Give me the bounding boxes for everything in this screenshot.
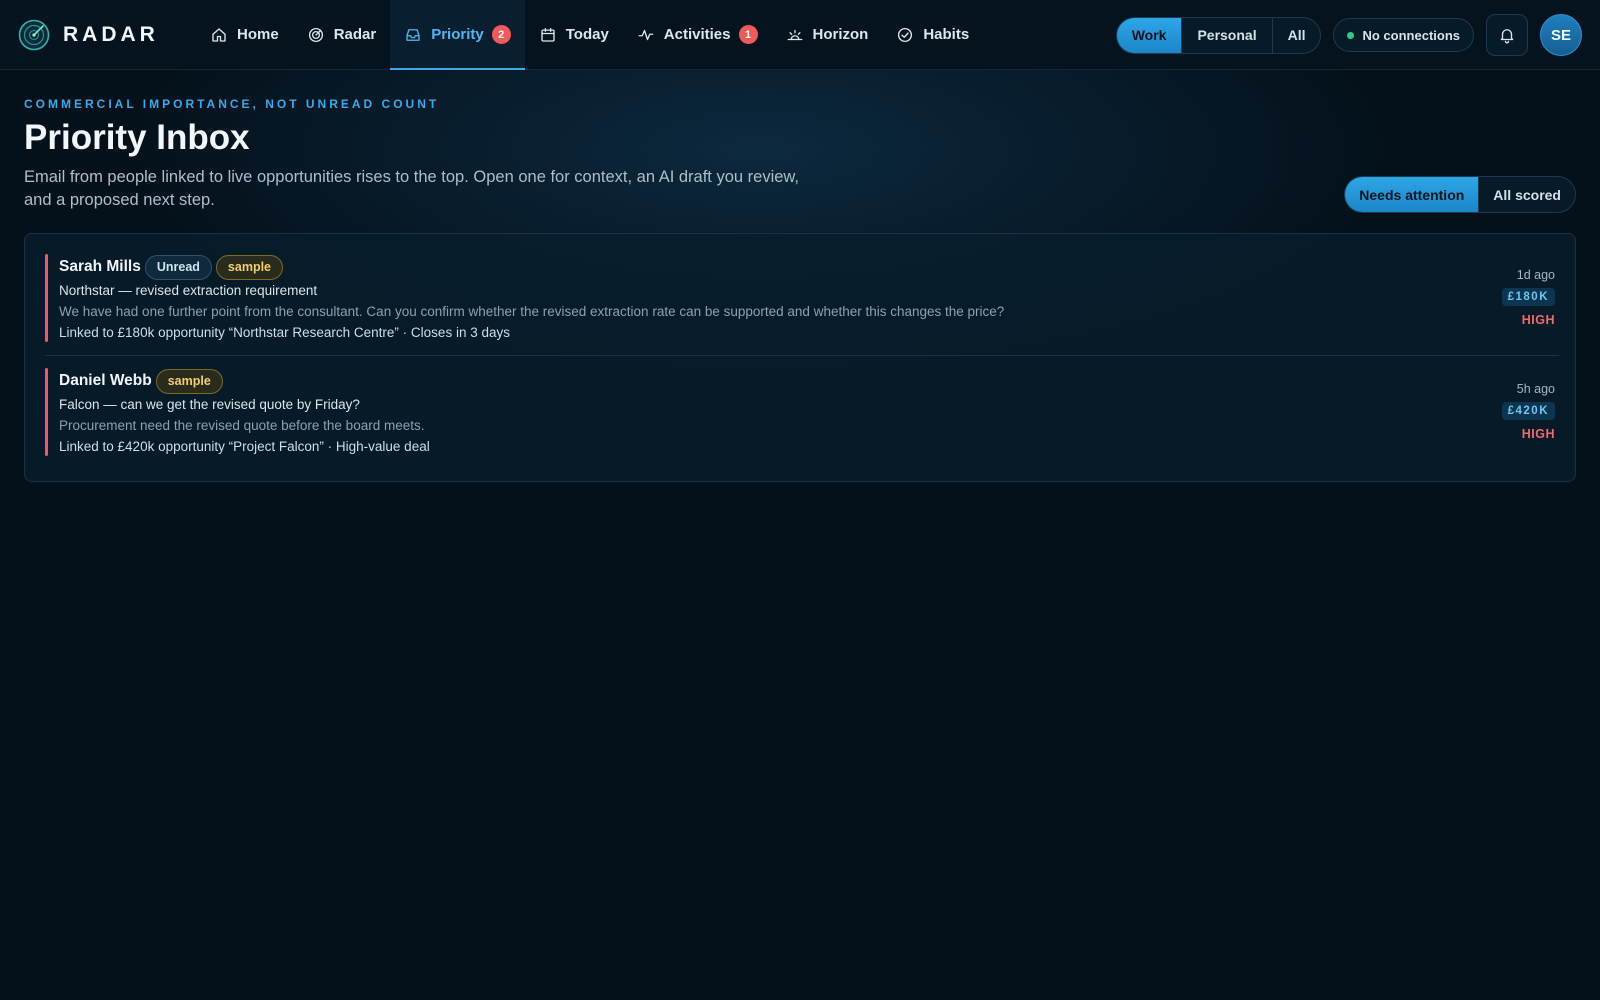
nav-label: Priority [431, 26, 484, 43]
check-circle-icon [898, 27, 913, 42]
context-option-all[interactable]: All [1273, 18, 1321, 53]
email-subject: Northstar — revised extraction requireme… [59, 283, 318, 298]
nav-item-priority[interactable]: Priority 2 [390, 0, 525, 70]
user-avatar[interactable]: SE [1540, 14, 1582, 56]
nav-item-horizon[interactable]: Horizon [772, 0, 883, 70]
connections-status[interactable]: No connections [1333, 18, 1474, 52]
page-description: Email from people linked to live opportu… [24, 168, 800, 209]
context-option-work[interactable]: Work [1116, 17, 1183, 53]
context-option-personal[interactable]: Personal [1182, 17, 1273, 53]
brand-name: RADAR [63, 22, 159, 46]
email-time: 1d ago [1516, 268, 1555, 282]
sender-name: Daniel Webb [59, 372, 152, 389]
email-body: Sarah Mills Unread sample Northstar — re… [59, 254, 1004, 340]
email-body: Daniel Webb sample Falcon — can we get t… [59, 368, 430, 454]
email-meta: 1d ago £180K HIGH [1435, 268, 1555, 327]
nav-item-today[interactable]: Today [525, 0, 623, 70]
connection-status-dot [1347, 31, 1355, 39]
email-preview: We have had one further point from the c… [59, 304, 1005, 319]
radar-icon [308, 27, 323, 42]
nav-item-home[interactable]: Home [196, 0, 293, 70]
email-time: 5h ago [1516, 382, 1555, 396]
sample-tag: sample [215, 254, 284, 280]
email-meta: 5h ago £420K HIGH [1435, 382, 1555, 441]
nav-item-radar[interactable]: Radar [293, 0, 391, 70]
sender-line: Sarah Mills Unread sample [59, 254, 1004, 280]
opportunity-link: Linked to £180k opportunity “Northstar R… [59, 325, 510, 340]
sample-tag: sample [155, 368, 223, 394]
row-divider [45, 355, 1559, 356]
connections-status-label: No connections [1362, 27, 1460, 43]
main-nav: Home Radar Priority 2 Today Activities 1… [196, 0, 983, 70]
opportunity-value: £180K [1501, 288, 1555, 306]
bell-icon [1500, 29, 1514, 44]
priority-count-badge: 2 [491, 25, 511, 44]
opportunity-link: Linked to £420k opportunity “Project Fal… [59, 439, 430, 454]
brand[interactable]: RADAR [18, 19, 188, 51]
email-row[interactable]: Sarah Mills Unread sample Northstar — re… [45, 254, 1555, 342]
inbox-filter: Needs attention All scored [1344, 176, 1576, 213]
email-subject: Falcon — can we get the revised quote by… [59, 397, 360, 412]
nav-label: Radar [333, 26, 377, 43]
nav-label: Horizon [812, 26, 869, 43]
nav-label: Habits [923, 26, 970, 43]
header-controls: Work Personal All No connections SE [1115, 0, 1582, 70]
nav-label: Today [565, 26, 609, 43]
notifications-button[interactable] [1486, 14, 1528, 56]
context-switcher: Work Personal All [1115, 16, 1322, 54]
activity-icon [638, 29, 654, 40]
activities-count-badge: 1 [738, 25, 758, 44]
filter-needs-attention[interactable]: Needs attention [1345, 177, 1480, 212]
priority-email-list: Sarah Mills Unread sample Northstar — re… [24, 233, 1576, 482]
page-eyebrow: COMMERCIAL IMPORTANCE, NOT UNREAD COUNT [24, 97, 440, 111]
nav-label: Home [237, 26, 279, 43]
priority-level: HIGH [1521, 313, 1555, 327]
unread-tag: Unread [144, 254, 212, 280]
priority-accent-bar [45, 368, 48, 456]
email-row[interactable]: Daniel Webb sample Falcon — can we get t… [45, 368, 1555, 456]
filter-all-scored[interactable]: All scored [1479, 177, 1575, 212]
radar-logo-icon [18, 19, 50, 50]
home-icon [212, 27, 226, 42]
priority-accent-bar [45, 254, 48, 342]
calendar-icon [541, 27, 555, 42]
nav-item-activities[interactable]: Activities 1 [623, 0, 772, 70]
nav-label: Activities [663, 26, 731, 43]
top-navigation: RADAR Home Radar Priority 2 Today Activi… [0, 0, 1600, 70]
page-title: Priority Inbox [24, 118, 250, 157]
sender-name: Sarah Mills [59, 258, 141, 275]
inbox-icon [406, 28, 420, 41]
nav-item-habits[interactable]: Habits [882, 0, 983, 70]
sender-line: Daniel Webb sample [59, 368, 430, 394]
email-preview: Procurement need the revised quote befor… [59, 418, 425, 433]
priority-level: HIGH [1521, 427, 1555, 441]
opportunity-value: £420K [1501, 402, 1555, 420]
horizon-icon [787, 29, 802, 40]
